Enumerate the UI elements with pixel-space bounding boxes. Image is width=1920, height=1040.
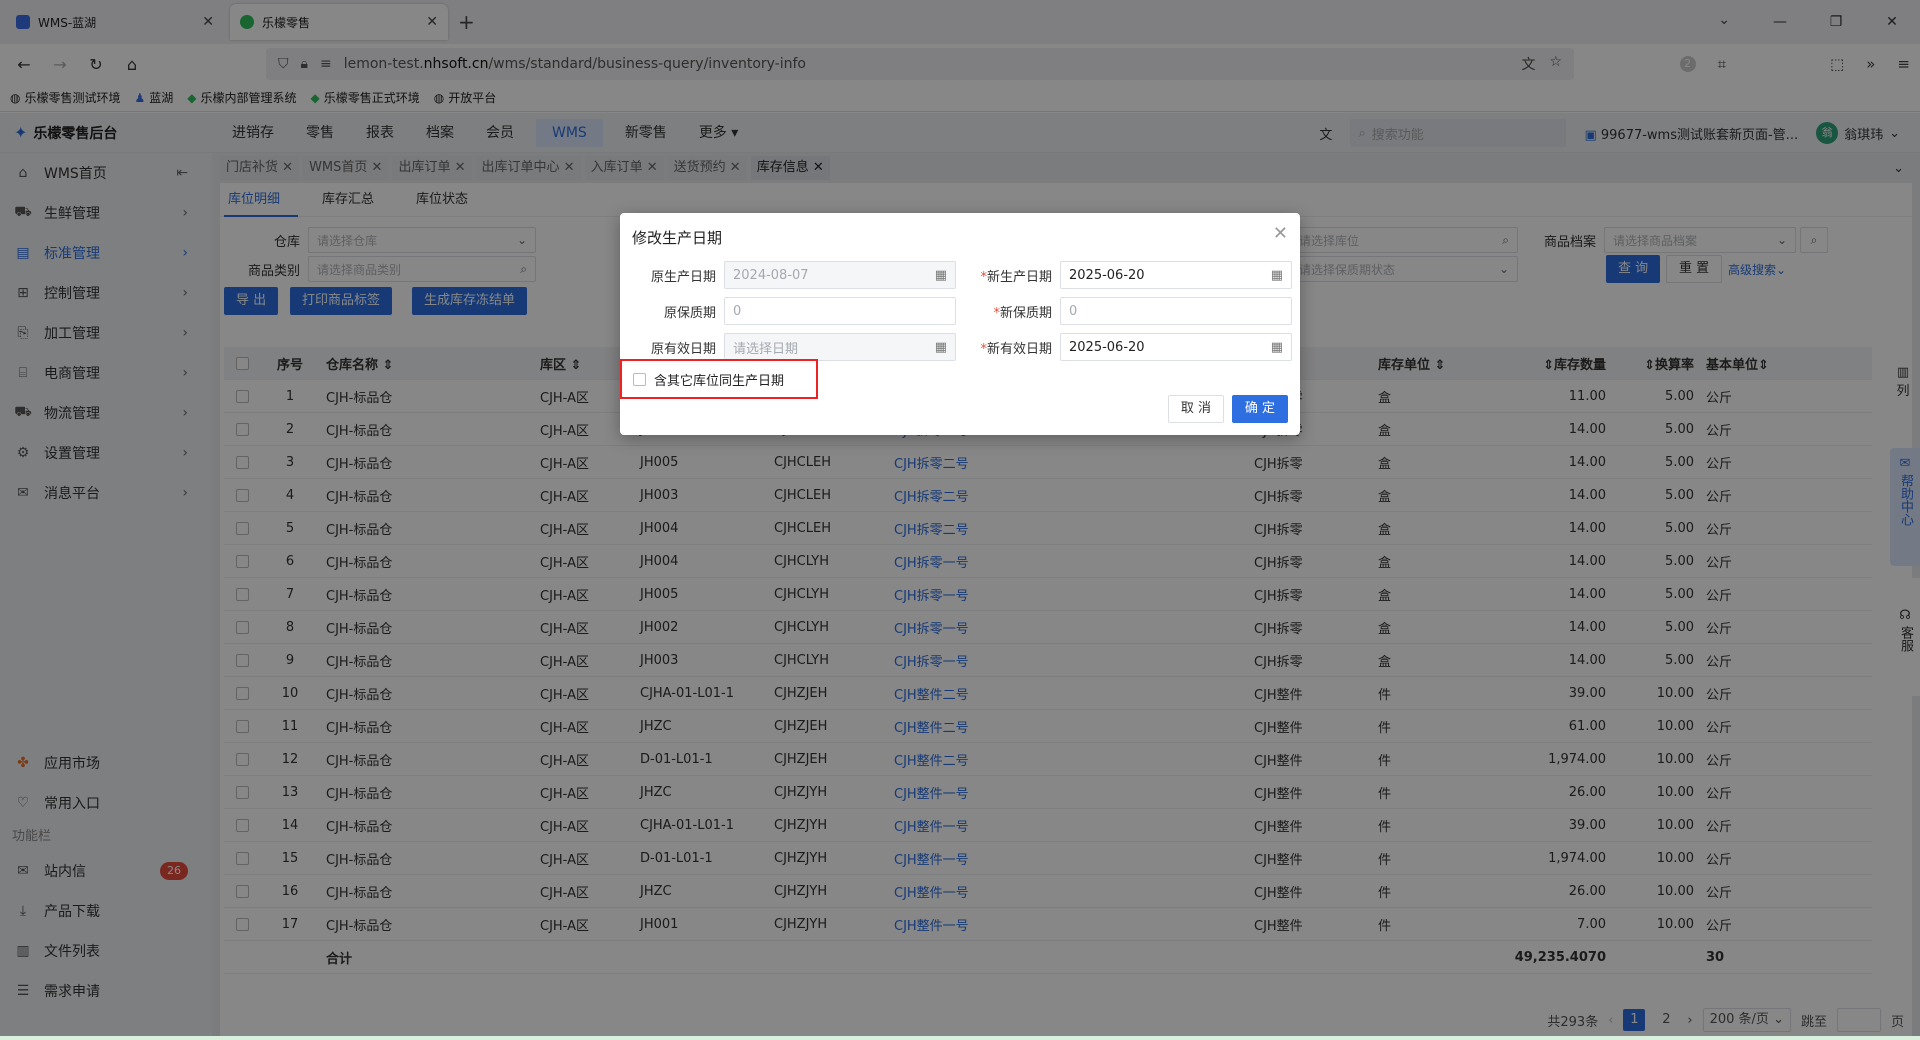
field-label: *新保质期 xyxy=(956,302,1052,321)
new-prod-date-field: *新生产日期 2025-06-20 ▦ xyxy=(956,261,1292,289)
field-label: 原有效日期 xyxy=(650,341,716,357)
calendar-icon[interactable]: ▦ xyxy=(1271,268,1283,283)
orig-shelf-life-field: 原保质期 0 xyxy=(620,297,956,325)
new-shelf-life-input[interactable]: 0 xyxy=(1060,297,1292,325)
field-label: 原生产日期 xyxy=(650,269,716,285)
field-value: 0 xyxy=(1069,303,1078,319)
calendar-icon: ▦ xyxy=(934,339,947,355)
field-value: 2025-06-20 xyxy=(1069,267,1145,283)
new-prod-date-input[interactable]: 2025-06-20 ▦ xyxy=(1060,261,1292,289)
field-label: *新有效日期 xyxy=(956,338,1052,357)
confirm-button[interactable]: 确 定 xyxy=(1231,395,1288,423)
dialog-title: 修改生产日期 xyxy=(632,229,723,247)
field-label-text: 新生产日期 xyxy=(986,269,1052,285)
field-label-text: 新有效日期 xyxy=(986,341,1052,357)
new-expiry-input[interactable]: 2025-06-20 ▦ xyxy=(1060,333,1292,361)
calendar-icon[interactable]: ▦ xyxy=(1271,340,1283,355)
field-label: 原保质期 xyxy=(663,305,716,321)
status-strip xyxy=(0,1036,1920,1040)
field-value: 2025-06-20 xyxy=(1069,339,1145,355)
cancel-button[interactable]: 取 消 xyxy=(1167,395,1224,423)
orig-prod-date-input: 2024-08-07 ▦ xyxy=(724,261,956,289)
field-label: *新生产日期 xyxy=(956,266,1052,285)
new-shelf-life-field: *新保质期 0 xyxy=(956,297,1292,325)
same-date-checkbox[interactable] xyxy=(633,373,646,386)
calendar-icon: ▦ xyxy=(934,267,947,283)
orig-prod-date-field: 原生产日期 2024-08-07 ▦ xyxy=(620,261,956,289)
orig-shelf-life-input: 0 xyxy=(724,297,956,325)
same-date-checkbox-row[interactable]: 含其它库位同生产日期 xyxy=(633,370,784,389)
same-date-checkbox-label[interactable]: 含其它库位同生产日期 xyxy=(654,370,784,389)
orig-expiry-input: 请选择日期 ▦ xyxy=(724,333,956,361)
field-placeholder: 请选择日期 xyxy=(733,341,799,357)
orig-expiry-field: 原有效日期 请选择日期 ▦ xyxy=(620,333,956,361)
field-label-text: 新保质期 xyxy=(999,305,1052,321)
field-value: 2024-08-07 xyxy=(733,267,809,283)
edit-production-date-dialog: 修改生产日期 ✕ 原生产日期 2024-08-07 ▦ *新生产日期 2025-0… xyxy=(620,213,1300,435)
close-icon[interactable]: ✕ xyxy=(1273,223,1288,244)
modal-mask[interactable] xyxy=(0,0,1920,1040)
field-value: 0 xyxy=(733,303,742,319)
new-expiry-field: *新有效日期 2025-06-20 ▦ xyxy=(956,333,1292,361)
